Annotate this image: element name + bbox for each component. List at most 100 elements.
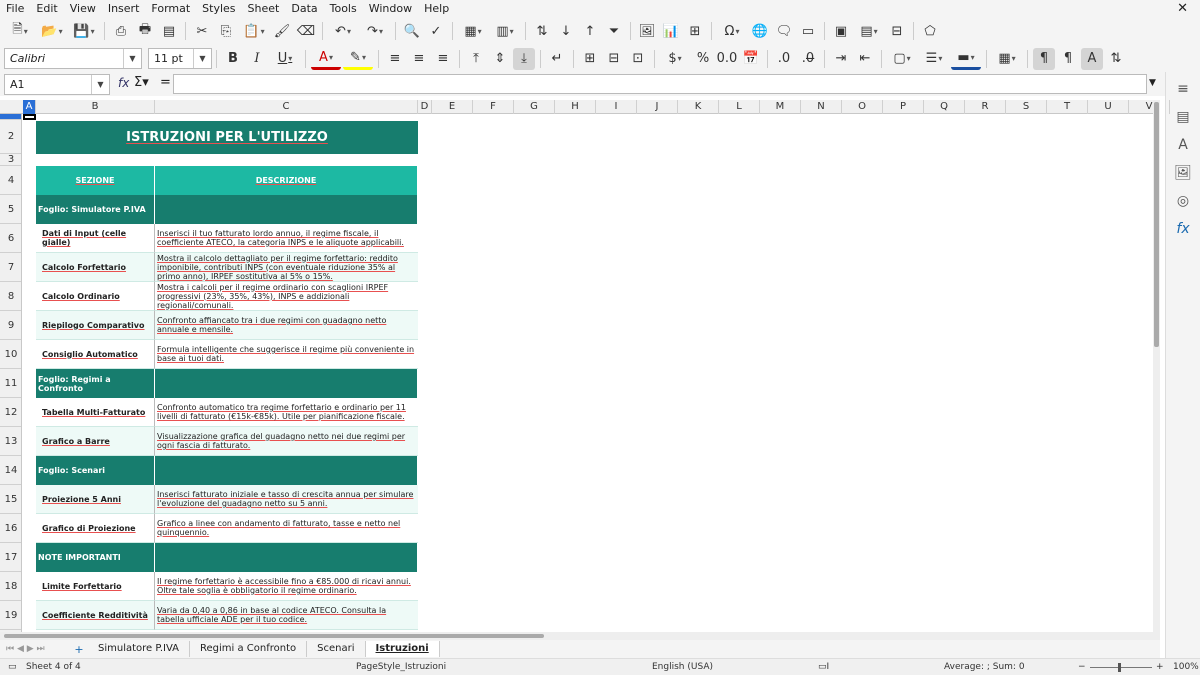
sheet-tab[interactable]: Simulatore P.IVA: [88, 641, 191, 657]
row-header-6[interactable]: 6: [0, 224, 21, 253]
date-format-icon[interactable]: 📅: [740, 48, 762, 70]
section-row-label[interactable]: Foglio: Regimi a Confronto: [36, 369, 155, 398]
column-header-o[interactable]: O: [842, 100, 883, 114]
entry-description[interactable]: Il regime forfettario è accessibile fino…: [155, 572, 418, 601]
zoom-slider[interactable]: [1090, 667, 1152, 668]
row-header-2[interactable]: 2: [0, 120, 21, 154]
copy-icon[interactable]: ⎘: [215, 20, 237, 42]
clone-formatting-icon[interactable]: 🖌: [271, 20, 293, 42]
column-header-d[interactable]: D: [418, 100, 432, 114]
column-header-r[interactable]: R: [965, 100, 1006, 114]
row-header-15[interactable]: 15: [0, 485, 21, 514]
row-header-11[interactable]: 11: [0, 369, 21, 398]
font-name-combo[interactable]: Calibri ▼: [4, 48, 142, 69]
column-header-j[interactable]: J: [637, 100, 678, 114]
align-middle-icon[interactable]: ⇕: [489, 48, 511, 70]
chevron-down-icon[interactable]: ▼: [123, 49, 141, 68]
insert-image-icon[interactable]: 🖼: [636, 20, 658, 42]
number-format-icon[interactable]: 0.0: [716, 48, 738, 70]
formula-input[interactable]: [173, 74, 1147, 94]
vertical-text-icon[interactable]: A: [1081, 47, 1103, 70]
row-header-13[interactable]: 13: [0, 427, 21, 456]
conditional-format-icon[interactable]: ▦: [992, 48, 1022, 70]
align-right-icon[interactable]: ≡: [432, 48, 454, 70]
column-header-i[interactable]: I: [596, 100, 637, 114]
align-top-icon[interactable]: ⤒: [465, 48, 487, 70]
entry-key[interactable]: Limite Forfettario: [36, 572, 155, 601]
section-row-fill[interactable]: [155, 543, 418, 572]
section-row-label[interactable]: Foglio: Simulatore P.IVA: [36, 195, 155, 224]
column-header-s[interactable]: S: [1006, 100, 1047, 114]
column-header-c[interactable]: C: [155, 100, 418, 114]
entry-key[interactable]: Riepilogo Comparativo: [36, 311, 155, 340]
row-header-4[interactable]: 4: [0, 166, 21, 195]
menu-item[interactable]: Insert: [108, 2, 140, 15]
menu-item[interactable]: Styles: [202, 2, 235, 15]
gallery-icon[interactable]: 🖼: [1172, 162, 1194, 184]
spelling-icon[interactable]: ✓: [425, 20, 447, 42]
menu-item[interactable]: Data: [291, 2, 317, 15]
entry-description[interactable]: Visualizzazione grafica del guadagno net…: [155, 427, 418, 456]
split-window-icon[interactable]: ⊟: [886, 20, 908, 42]
draw-functions-icon[interactable]: ⬠: [919, 20, 941, 42]
text-direction-ltr-icon[interactable]: ¶: [1033, 47, 1055, 70]
sort-ascending-icon[interactable]: ↓: [555, 20, 577, 42]
define-print-area-icon[interactable]: ▣: [830, 20, 852, 42]
language[interactable]: English (USA): [652, 662, 713, 672]
column-header-f[interactable]: F: [473, 100, 514, 114]
clear-formatting-icon[interactable]: ⌫: [295, 20, 317, 42]
column-header-n[interactable]: N: [801, 100, 842, 114]
delete-decimal-icon[interactable]: .0̶: [797, 48, 819, 70]
print-icon[interactable]: 🖶: [134, 20, 156, 42]
section-row-fill[interactable]: [155, 456, 418, 485]
align-left-icon[interactable]: ≡: [384, 48, 406, 70]
header-section[interactable]: SEZIONE: [36, 166, 155, 195]
freeze-rows-columns-icon[interactable]: ▤: [854, 20, 884, 42]
column-header-g[interactable]: G: [514, 100, 555, 114]
entry-description[interactable]: Confronto affiancato tra i due regimi co…: [155, 311, 418, 340]
selected-cell[interactable]: [23, 114, 36, 120]
special-character-icon[interactable]: Ω: [717, 20, 747, 42]
text-orientation-icon[interactable]: ⇅: [1105, 48, 1127, 70]
row-header-10[interactable]: 10: [0, 340, 21, 369]
function-wizard-icon[interactable]: fx: [118, 76, 129, 90]
borders-icon[interactable]: ▢: [887, 48, 917, 70]
border-color-icon[interactable]: ▬: [951, 48, 981, 70]
column-header-v[interactable]: V: [1129, 100, 1170, 114]
sheet-grid[interactable]: ISTRUZIONI PER L'UTILIZZO SEZIONE DESCRIZI…: [23, 114, 1153, 632]
row-header-5[interactable]: 5: [0, 195, 21, 224]
merge-center-icon[interactable]: ⊞: [579, 48, 601, 70]
name-box[interactable]: A1 ▼: [4, 74, 110, 95]
new-icon[interactable]: 🗎: [5, 20, 35, 42]
close-document-icon[interactable]: ✕: [1177, 1, 1188, 16]
entry-key[interactable]: Proiezione 5 Anni: [36, 485, 155, 514]
tab-navigation-icon[interactable]: ⏮ ◀ ▶ ⏭: [0, 644, 70, 654]
entry-key[interactable]: Calcolo Forfettario: [36, 253, 155, 282]
menu-item[interactable]: Format: [151, 2, 190, 15]
wrap-text-icon[interactable]: ↵: [546, 48, 568, 70]
column-header-a[interactable]: A: [23, 100, 36, 114]
open-icon[interactable]: 📂: [37, 20, 67, 42]
entry-description[interactable]: Grafico a linee con andamento di fattura…: [155, 514, 418, 543]
menu-item[interactable]: Window: [369, 2, 412, 15]
hyperlink-icon[interactable]: 🌐: [749, 20, 771, 42]
align-center-icon[interactable]: ≡: [408, 48, 430, 70]
find-replace-icon[interactable]: 🔍: [401, 20, 423, 42]
entry-key[interactable]: Tabella Multi-Fatturato: [36, 398, 155, 427]
entry-description[interactable]: Inserisci fatturato iniziale e tasso di …: [155, 485, 418, 514]
entry-key[interactable]: Dati di Input (celle gialle): [36, 224, 155, 253]
currency-format-icon[interactable]: $: [660, 48, 690, 70]
increase-indent-icon[interactable]: ⇥: [830, 48, 852, 70]
entry-key[interactable]: Calcolo Ordinario: [36, 282, 155, 311]
percent-format-icon[interactable]: %: [692, 48, 714, 70]
sum-icon[interactable]: Σ▾: [134, 75, 149, 90]
zoom-slider-handle[interactable]: [1118, 663, 1121, 672]
row-header-18[interactable]: 18: [0, 572, 21, 601]
merge-cells-icon[interactable]: ⊟: [603, 48, 625, 70]
sheet-title[interactable]: ISTRUZIONI PER L'UTILIZZO: [36, 121, 418, 154]
column-header-b[interactable]: B: [36, 100, 155, 114]
horizontal-scrollbar[interactable]: [0, 632, 1160, 640]
selection-mode-icon[interactable]: ▭I: [818, 662, 829, 672]
align-bottom-icon[interactable]: ⤓: [513, 47, 535, 70]
export-pdf-icon[interactable]: ⎙: [110, 20, 132, 42]
